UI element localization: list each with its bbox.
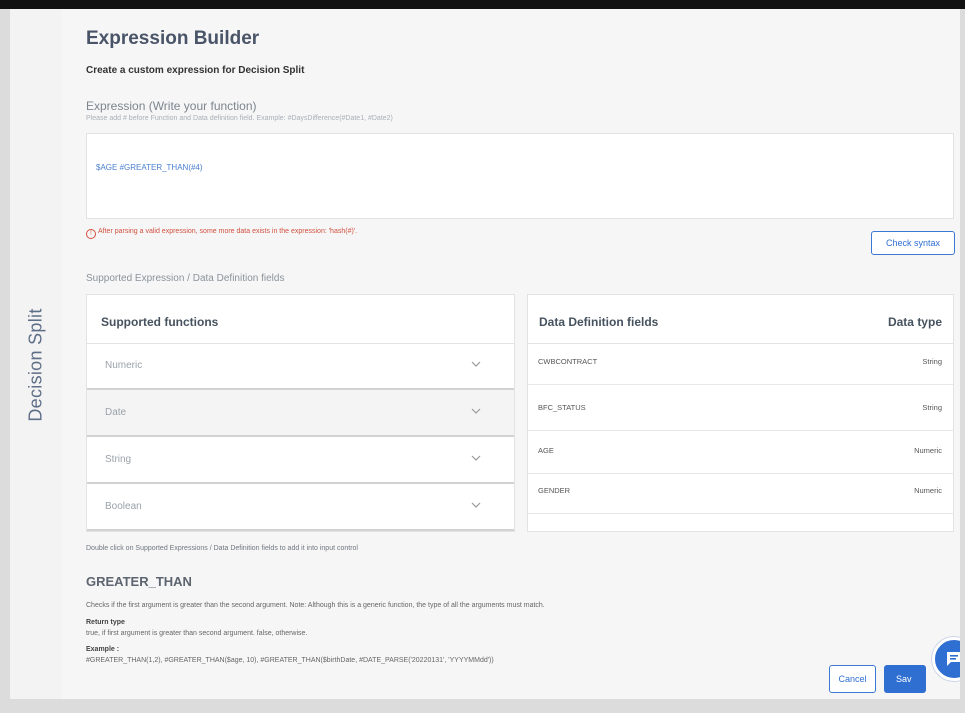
expression-input[interactable]: $AGE #GREATER_THAN(#4) <box>86 133 954 219</box>
function-category-boolean[interactable]: Boolean <box>87 484 514 531</box>
field-type: String <box>922 403 942 412</box>
chevron-down-icon <box>471 502 481 508</box>
function-name: GREATER_THAN <box>86 574 192 589</box>
error-message: After parsing a valid expression, some m… <box>98 228 358 235</box>
example-text: #GREATER_THAN(1,2), #GREATER_THAN($age, … <box>86 657 494 664</box>
field-type: Numeric <box>914 486 942 495</box>
function-category-numeric[interactable]: Numeric <box>87 343 514 390</box>
window-top-border <box>0 0 965 9</box>
field-row[interactable]: CWBCONTRACT String <box>528 345 953 385</box>
field-type: String <box>922 357 942 366</box>
field-type: Numeric <box>914 446 942 455</box>
chevron-down-icon <box>471 361 481 367</box>
function-category-date[interactable]: Date <box>87 390 514 437</box>
chat-button[interactable] <box>932 637 960 681</box>
cancel-button[interactable]: Cancel <box>829 665 876 693</box>
return-type-label: Return type <box>86 619 125 626</box>
function-category-label: Numeric <box>105 360 143 371</box>
page-subtitle: Create a custom expression for Decision … <box>86 65 305 76</box>
field-name: GENDER <box>538 486 571 495</box>
function-description: Checks if the first argument is greater … <box>86 602 545 609</box>
chat-icon <box>947 652 960 666</box>
expression-label: Expression (Write your function) <box>86 99 257 113</box>
page-title: Expression Builder <box>86 28 260 49</box>
functions-header: Supported functions <box>87 295 514 344</box>
field-name: CWBCONTRACT <box>538 357 598 366</box>
function-category-label: Date <box>105 407 127 418</box>
functions-title: Supported functions <box>101 315 219 329</box>
data-type-header: Data type <box>887 315 942 329</box>
field-name: AGE <box>538 446 554 455</box>
supported-functions-panel: Supported functions Numeric Date String … <box>86 294 515 532</box>
function-category-label: Boolean <box>105 501 142 512</box>
return-type-text: true, if first argument is greater than … <box>86 630 308 637</box>
fields-header: Data Definition fields Data type <box>528 295 953 344</box>
check-syntax-button[interactable]: Check syntax <box>871 231 955 255</box>
double-click-hint: Double click on Supported Expressions / … <box>86 545 358 552</box>
function-category-string[interactable]: String <box>87 437 514 484</box>
side-tab: Decision Split <box>10 9 63 699</box>
function-category-label: String <box>105 454 132 465</box>
save-button[interactable]: Sav <box>884 665 926 693</box>
error-icon: ! <box>86 229 96 239</box>
example-label: Example : <box>86 646 120 653</box>
data-definition-panel: Data Definition fields Data type CWBCONT… <box>527 294 954 532</box>
fields-title: Data Definition fields <box>539 315 659 329</box>
field-row[interactable]: AGE Numeric <box>528 434 953 474</box>
builder-content: Expression Builder Create a custom expre… <box>62 9 960 699</box>
expression-value: $AGE #GREATER_THAN(#4) <box>96 163 203 172</box>
field-name: BFC_STATUS <box>538 403 586 412</box>
supported-section-label: Supported Expression / Data Definition f… <box>86 273 285 284</box>
expression-hint: Please add # before Function and Data de… <box>86 115 393 122</box>
chevron-down-icon <box>471 408 481 414</box>
chevron-down-icon <box>471 455 481 461</box>
field-row[interactable]: BFC_STATUS String <box>528 391 953 431</box>
side-tab-title: Decision Split <box>25 308 46 422</box>
expression-builder-panel: Decision Split Expression Builder Create… <box>10 9 960 699</box>
field-row[interactable]: GENDER Numeric <box>528 474 953 514</box>
